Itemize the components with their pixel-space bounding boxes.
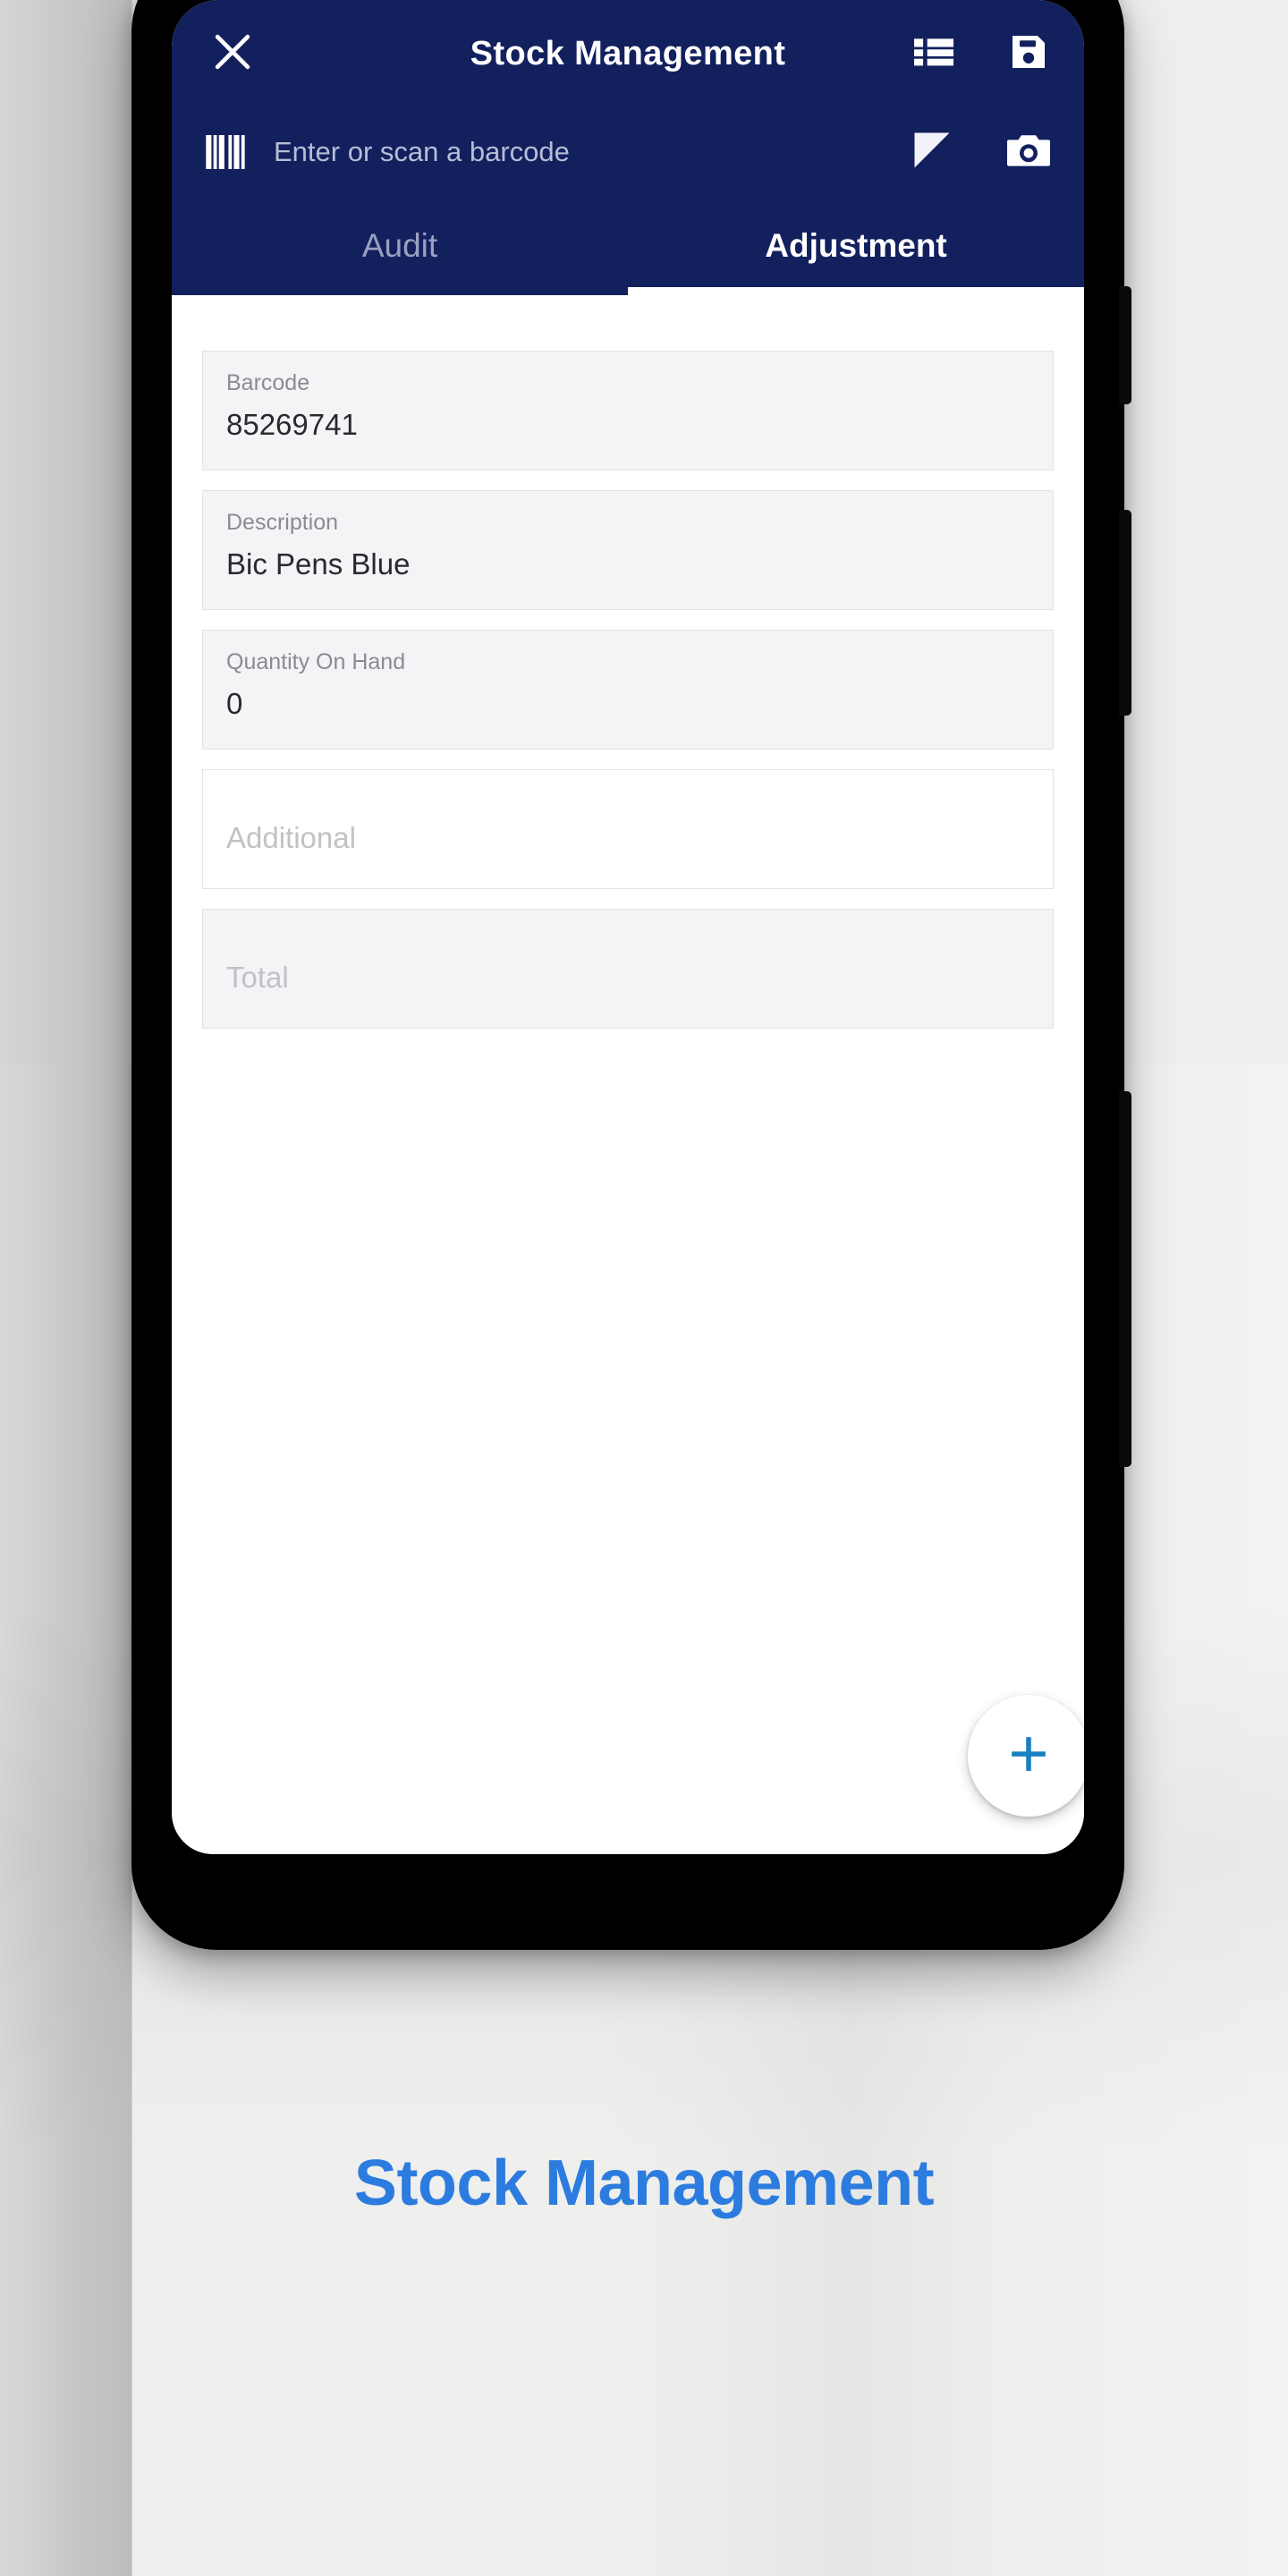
phone-side-button-power — [1119, 1091, 1131, 1467]
field-total[interactable]: Total — [202, 909, 1054, 1029]
barcode-actions — [907, 127, 1054, 177]
field-barcode[interactable]: Barcode 85269741 — [202, 351, 1054, 470]
field-barcode-value: 85269741 — [226, 407, 358, 441]
list-view-icon — [912, 32, 955, 76]
field-additional[interactable]: Additional — [202, 769, 1054, 889]
phone-device-frame: Stock Management Enter or scan a barcode… — [131, 0, 1131, 1950]
phone-side-button-mute — [1119, 286, 1131, 404]
field-description[interactable]: Description Bic Pens Blue — [202, 490, 1054, 610]
camera-button[interactable] — [1004, 127, 1054, 177]
add-button[interactable] — [968, 1695, 1084, 1817]
field-barcode-label: Barcode — [226, 370, 310, 395]
close-button[interactable] — [204, 25, 261, 82]
filter-button[interactable] — [907, 127, 957, 177]
list-view-button[interactable] — [909, 29, 959, 79]
field-quantity-on-hand-label: Quantity On Hand — [226, 649, 406, 674]
save-floppy-icon — [1007, 30, 1050, 78]
field-total-placeholder: Total — [226, 961, 289, 994]
camera-icon — [1005, 130, 1052, 175]
phone-screen: Stock Management Enter or scan a barcode… — [172, 0, 1084, 1854]
close-icon — [208, 28, 257, 80]
save-button[interactable] — [1004, 29, 1054, 79]
tab-adjustment[interactable]: Adjustment — [628, 197, 1084, 295]
tab-audit[interactable]: Audit — [172, 197, 628, 295]
app-caption: Stock Management — [353, 2148, 935, 2219]
app-bar-actions — [909, 29, 1054, 79]
phone-side-button-volume — [1119, 510, 1131, 716]
field-description-value: Bic Pens Blue — [226, 547, 411, 580]
app-bar-row: Stock Management — [172, 0, 1084, 107]
barcode-icon — [206, 133, 252, 171]
tab-bar: Audit Adjustment — [172, 197, 1084, 295]
barcode-input[interactable]: Enter or scan a barcode — [274, 136, 907, 168]
filter-triangle-icon — [909, 127, 955, 178]
adjustment-form: Barcode 85269741 Description Bic Pens Bl… — [172, 295, 1084, 1692]
barcode-search-row[interactable]: Enter or scan a barcode — [172, 107, 1084, 197]
plus-icon — [1003, 1728, 1055, 1784]
field-quantity-on-hand[interactable]: Quantity On Hand 0 — [202, 630, 1054, 750]
field-additional-placeholder: Additional — [226, 821, 356, 854]
field-quantity-on-hand-value: 0 — [226, 686, 243, 720]
app-bar: Stock Management Enter or scan a barcode… — [172, 0, 1084, 295]
field-description-label: Description — [226, 510, 339, 535]
